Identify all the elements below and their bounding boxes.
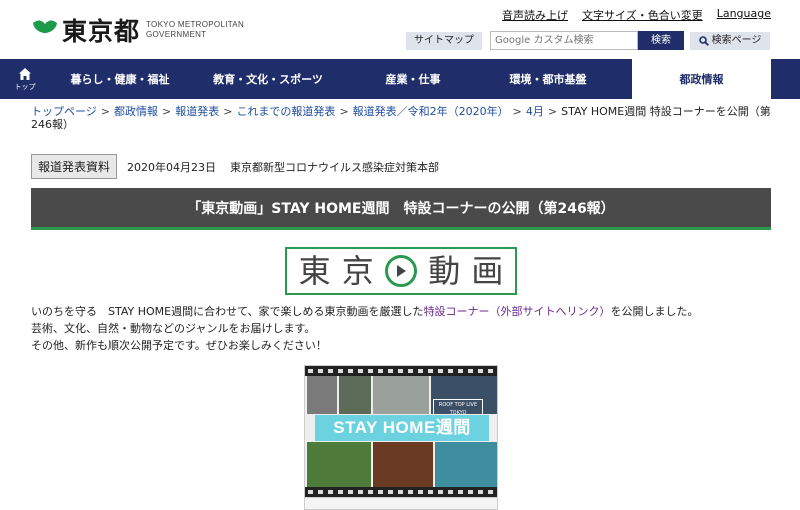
banner-photo-5 <box>307 442 371 487</box>
logo-char-3: 動 <box>428 252 461 290</box>
global-nav: トップ 暮らし・健康・福祉 教育・文化・スポーツ 産業・仕事 環境・都市基盤 都… <box>0 59 800 99</box>
film-strip-bottom <box>305 487 497 497</box>
film-strip-top <box>305 366 497 376</box>
utility-link-language[interactable]: Language <box>717 7 771 23</box>
logo-char-4: 画 <box>471 252 504 290</box>
nav-home[interactable]: トップ <box>0 59 50 99</box>
press-release-badge: 報道発表資料 <box>31 154 118 179</box>
utility-link-text-size[interactable]: 文字サイズ・色合い変更 <box>582 7 703 23</box>
body-line-1: いのちを守る STAY HOME週間に合わせて、家で楽しめる東京動画を厳選した特… <box>31 303 699 320</box>
nav-home-label: トップ <box>14 82 36 91</box>
body-line-1-end: を公開しました。 <box>610 305 699 318</box>
home-icon <box>19 67 31 80</box>
ginkgo-leaf-icon <box>33 20 57 43</box>
breadcrumb-link-2020[interactable]: 報道発表／令和2年（2020年） <box>353 105 509 118</box>
site-logo[interactable]: 東京都 TOKYO METROPOLITAN GOVERNMENT <box>31 12 244 48</box>
body-text: いのちを守る STAY HOME週間に合わせて、家で楽しめる東京動画を厳選した特… <box>31 303 699 354</box>
logo-en-line1: TOKYO METROPOLITAN <box>146 20 245 29</box>
banner-photo-2 <box>339 376 371 414</box>
nav-item-environment[interactable]: 環境・都市基盤 <box>480 59 616 99</box>
utility-link-read-aloud[interactable]: 音声読み上げ <box>502 7 568 23</box>
breadcrumb-link-top[interactable]: トップページ <box>31 105 97 118</box>
banner-photo-1 <box>307 376 337 414</box>
search-page-label: 検索ページ <box>711 34 762 46</box>
press-department: 東京都新型コロナウイルス感染症対策本部 <box>230 160 440 174</box>
utility-links: 音声読み上げ 文字サイズ・色合い変更 Language <box>502 7 771 23</box>
site-header: 東京都 TOKYO METROPOLITAN GOVERNMENT 音声読み上げ… <box>0 0 800 60</box>
nav-item-living[interactable]: 暮らし・健康・福祉 <box>50 59 190 99</box>
logo-en-line2: GOVERNMENT <box>146 30 207 39</box>
tokyo-douga-logo: 東 京 動 画 <box>285 247 517 295</box>
stay-home-banner[interactable]: ROOF TOP LIVE TOKYO STAY HOME週間 <box>304 365 498 510</box>
press-info: 報道発表資料 2020年04月23日 東京都新型コロナウイルス感染症対策本部 <box>31 154 439 179</box>
breadcrumb-link-april[interactable]: 4月 <box>526 105 544 118</box>
breadcrumb-link-press[interactable]: 報道発表 <box>175 105 219 118</box>
nav-item-government[interactable]: 都政情報 <box>632 59 771 99</box>
logo-char-2: 京 <box>341 252 374 290</box>
logo-text-jp: 東京都 <box>62 17 141 46</box>
page-title: 「東京動画」STAY HOME週間 特設コーナーの公開（第246報） <box>31 188 771 230</box>
press-date: 2020年04月23日 <box>127 160 217 174</box>
search-input[interactable] <box>490 31 638 50</box>
banner-headline: STAY HOME週間 <box>315 415 489 441</box>
banner-photo-6 <box>373 442 433 487</box>
body-line-2: 芸術、文化、自然・動物などのジャンルをお届けします。 <box>31 322 316 335</box>
logo-char-1: 東 <box>298 252 331 290</box>
play-icon <box>385 255 417 287</box>
breadcrumb: トップページ > 都政情報 > 報道発表 > これまでの報道発表 > 報道発表／令和2年（202… <box>31 105 771 131</box>
breadcrumb-link-past-press[interactable]: これまでの報道発表 <box>236 105 335 118</box>
breadcrumb-link-govinfo[interactable]: 都政情報 <box>114 105 158 118</box>
sitemap-button[interactable]: サイトマップ <box>406 31 482 50</box>
search-row: サイトマップ 検索 検索ページ <box>406 31 770 50</box>
banner-photo-panda <box>373 376 429 414</box>
magnifier-icon <box>698 35 709 46</box>
banner-bottom-strip <box>305 497 497 509</box>
nav-item-industry[interactable]: 産業・仕事 <box>346 59 480 99</box>
special-corner-link[interactable]: 特設コーナー（外部サイトへリンク） <box>424 305 611 318</box>
body-line-1-text: いのちを守る STAY HOME週間に合わせて、家で楽しめる東京動画を厳選した <box>31 305 424 318</box>
body-line-3: その他、新作も順次公開予定です。ぜひお楽しみください！ <box>31 339 327 352</box>
banner-photo-7 <box>435 442 497 487</box>
nav-item-education[interactable]: 教育・文化・スポーツ <box>190 59 346 99</box>
search-page-button[interactable]: 検索ページ <box>690 31 770 50</box>
logo-text-en: TOKYO METROPOLITAN GOVERNMENT <box>146 20 244 40</box>
search-button[interactable]: 検索 <box>638 31 684 50</box>
